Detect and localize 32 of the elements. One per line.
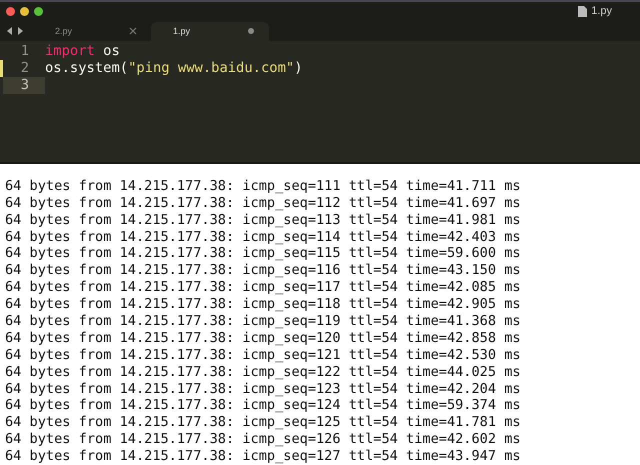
output-line: 64 bytes from 14.215.177.38: icmp_seq=114 ttl=54 time=42.403 ms [5, 228, 522, 246]
output-line: 64 bytes from 14.215.177.38: icmp_seq=125 ttl=54 time=41.781 ms [5, 414, 522, 432]
code-line: import os [45, 42, 120, 60]
current-line-number: 3 [3, 76, 45, 94]
output-line: 64 bytes from 14.215.177.38: icmp_seq=123 ttl=54 time=42.204 ms [5, 380, 522, 398]
close-icon[interactable] [129, 27, 137, 36]
unsaved-dot-icon[interactable] [247, 27, 255, 36]
output-line: 64 bytes from 14.215.177.38: icmp_seq=112 ttl=54 time=41.697 ms [5, 194, 522, 212]
output-line: 64 bytes from 14.215.177.38: icmp_seq=122 ttl=54 time=44.025 ms [5, 364, 522, 381]
output-line: 64 bytes from 14.215.177.38: icmp_seq=120 ttl=54 time=42.858 ms [5, 330, 522, 347]
code-editor[interactable]: 1 import os 2 os.system("ping www.baidu.com") 3 [0, 40, 640, 164]
navigation-arrows-icon[interactable] [7, 26, 23, 35]
output-line: 64 bytes from 14.215.177.38: icmp_seq=115 ttl=54 time=59.600 ms [5, 245, 522, 262]
file-tab[interactable]: 1.py [151, 22, 269, 41]
output-line: 64 bytes from 14.215.177.38: icmp_seq=126 ttl=54 time=42.602 ms [5, 431, 522, 448]
zoom-window-button[interactable] [34, 6, 43, 16]
output-line: 64 bytes from 14.215.177.38: icmp_seq=119 ttl=54 time=41.368 ms [5, 312, 522, 330]
minimize-window-button[interactable] [20, 6, 29, 16]
code-line: os.system("ping www.baidu.com") [45, 60, 303, 77]
window-title: 1.py [591, 5, 612, 18]
output-line: 64 bytes from 14.215.177.38: icmp_seq=127 ttl=54 time=43.947 ms [5, 448, 522, 465]
line-number: 2 [20, 60, 30, 77]
close-window-button[interactable] [6, 6, 15, 16]
output-line: 64 bytes from 14.215.177.38: icmp_seq=118 ttl=54 time=42.905 ms [5, 296, 522, 313]
line-number: 1 [20, 42, 30, 60]
document-icon [578, 6, 588, 17]
output-line: 64 bytes from 14.215.177.38: icmp_seq=124 ttl=54 time=59.374 ms [5, 397, 522, 414]
output-line: 64 bytes from 14.215.177.38: icmp_seq=117 ttl=54 time=42.085 ms [5, 279, 522, 296]
output-line: 64 bytes from 14.215.177.38: icmp_seq=121 ttl=54 time=42.530 ms [5, 346, 522, 364]
output-line: 64 bytes from 14.215.177.38: icmp_seq=113 ttl=54 time=41.981 ms [5, 212, 522, 229]
output-line: 64 bytes from 14.215.177.38: icmp_seq=116 ttl=54 time=43.150 ms [5, 262, 522, 280]
output-line: 64 bytes from 14.215.177.38: icmp_seq=111 ttl=54 time=41.711 ms [5, 178, 522, 195]
